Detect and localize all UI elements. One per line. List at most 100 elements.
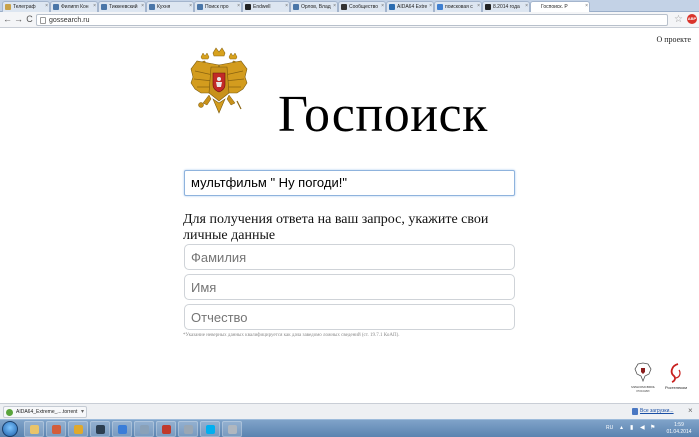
download-shelf: AIDA64_Extreme_....torrent ▾ Все загрузк…: [0, 403, 699, 419]
tab-close-icon[interactable]: ×: [429, 3, 432, 10]
flag-icon[interactable]: ⚑: [650, 425, 656, 432]
tab-strip: Телеграф × Филипп Кон × Тиккеевский × Кухня × По…: [0, 0, 699, 12]
browser-tab[interactable]: Филипп Кон ×: [50, 1, 98, 12]
taskbar-app-chrome[interactable]: [68, 421, 88, 437]
browser-tab[interactable]: Орлов, Влад ×: [290, 1, 338, 12]
browser-tab[interactable]: Кухня ×: [146, 1, 194, 12]
settings-icon: [184, 425, 193, 434]
tab-close-icon[interactable]: ×: [477, 3, 480, 10]
browser-tab[interactable]: Телеграф ×: [2, 1, 50, 12]
language-indicator[interactable]: RU: [606, 425, 613, 432]
bookmark-star-icon[interactable]: ☆: [674, 14, 683, 25]
tab-favicon-icon: [341, 4, 347, 10]
ministry-logo[interactable]: МИНКОМСВЯЗЬ РОССИИ: [631, 361, 655, 399]
tab-close-icon[interactable]: ×: [333, 3, 336, 10]
chrome-icon: [74, 425, 83, 434]
reload-button[interactable]: C: [24, 14, 35, 25]
browser-tab[interactable]: Сообщество ×: [338, 1, 386, 12]
disclaimer-text: *Указание неверных данных квалифицируетс…: [183, 333, 400, 338]
rostelecom-caption: Ростелеком: [665, 385, 687, 390]
tab-favicon-icon: [53, 4, 59, 10]
rostelecom-mark-icon: [670, 363, 681, 383]
tab-label: Телеграф: [13, 4, 36, 10]
tab-favicon-icon: [101, 4, 107, 10]
address-bar[interactable]: gossearch.ru: [36, 14, 668, 26]
tab-label: Орлов, Влад: [301, 4, 331, 10]
taskbar-app-settings[interactable]: [178, 421, 198, 437]
browser-tab[interactable]: AIDA64 Extre ×: [386, 1, 434, 12]
taskbar-app-media[interactable]: [46, 421, 66, 437]
tray-arrow-icon[interactable]: ▴: [620, 425, 626, 432]
taskbar-app-flash[interactable]: [112, 421, 132, 437]
name-field[interactable]: [184, 274, 515, 300]
tab-label: 8.2014 года: [493, 4, 520, 10]
adblock-icon[interactable]: ABP: [687, 14, 697, 24]
chevron-down-icon[interactable]: ▾: [81, 408, 84, 416]
taskbar: RU ▴ ▮ ◀ ⚑ 1:59 01.04.2014: [0, 419, 699, 437]
tab-label: Тиккеевский: [109, 4, 138, 10]
page-icon: [40, 17, 46, 24]
tab-close-icon[interactable]: ×: [237, 3, 240, 10]
taskbar-app-tool[interactable]: [134, 421, 154, 437]
rostelecom-logo[interactable]: Ростелеком: [662, 361, 690, 399]
disk-icon: [228, 425, 237, 434]
tab-label: Госпоиск. Р: [541, 4, 568, 10]
personal-data-prompt: Для получения ответа на ваш запрос, укаж…: [183, 212, 489, 243]
tab-label: Филипп Кон: [61, 4, 89, 10]
flash-icon: [118, 425, 127, 434]
tab-close-icon[interactable]: ×: [585, 3, 588, 10]
page-content: О проекте Госпоиск мультфильм " Ну погод…: [0, 29, 699, 403]
coat-of-arms-icon: [190, 47, 248, 114]
tab-favicon-icon: [197, 4, 203, 10]
tab-close-icon[interactable]: ×: [381, 3, 384, 10]
forward-button[interactable]: →: [13, 14, 24, 25]
about-project-link[interactable]: О проекте: [656, 35, 691, 44]
search-input[interactable]: мультфильм " Ну погоди!": [184, 170, 515, 196]
all-downloads-link[interactable]: Все загрузки...: [640, 408, 674, 415]
surname-field[interactable]: [184, 244, 515, 270]
tab-favicon-icon: [389, 4, 395, 10]
tab-close-icon[interactable]: ×: [189, 3, 192, 10]
tab-favicon-icon: [485, 4, 491, 10]
browser-toolbar: ← → C gossearch.ru ☆ ABP: [0, 12, 699, 28]
tab-close-icon[interactable]: ×: [93, 3, 96, 10]
tab-close-icon[interactable]: ×: [141, 3, 144, 10]
tool-icon: [140, 425, 149, 434]
browser-tab[interactable]: поисковая с ×: [434, 1, 482, 12]
tab-favicon-icon: [5, 4, 11, 10]
address-url[interactable]: gossearch.ru: [49, 16, 89, 25]
volume-icon[interactable]: ◀: [640, 425, 646, 432]
tab-label: Кухня: [157, 4, 171, 10]
clock-time[interactable]: 1:59: [664, 422, 694, 429]
taskbar-app-app-red[interactable]: [156, 421, 176, 437]
taskbar-app-disk[interactable]: [222, 421, 242, 437]
close-icon[interactable]: ×: [688, 407, 693, 415]
start-button[interactable]: [2, 421, 18, 437]
taskbar-app-explorer[interactable]: [24, 421, 44, 437]
back-button[interactable]: ←: [2, 14, 13, 25]
tab-close-icon[interactable]: ×: [45, 3, 48, 10]
clock-date[interactable]: 01.04.2014: [664, 429, 694, 436]
download-item[interactable]: AIDA64_Extreme_....torrent ▾: [3, 406, 87, 418]
browser-tab[interactable]: Endwell ×: [242, 1, 290, 12]
steam-icon: [96, 425, 105, 434]
browser-tab[interactable]: Госпоиск. Р ×: [530, 1, 590, 12]
tab-favicon-icon: [533, 4, 539, 10]
tab-close-icon[interactable]: ×: [525, 3, 528, 10]
tab-favicon-icon: [437, 4, 443, 10]
patronymic-field[interactable]: [184, 304, 515, 330]
network-icon[interactable]: ▮: [630, 425, 636, 432]
tab-label: Endwell: [253, 4, 271, 10]
taskbar-app-skype[interactable]: [200, 421, 220, 437]
browser-tab[interactable]: Тиккеевский ×: [98, 1, 146, 12]
taskbar-app-steam[interactable]: [90, 421, 110, 437]
downloads-icon: [632, 408, 638, 415]
browser-tab[interactable]: 8.2014 года ×: [482, 1, 530, 12]
tab-favicon-icon: [293, 4, 299, 10]
ministry-caption: МИНКОМСВЯЗЬ РОССИИ: [631, 385, 655, 393]
tab-close-icon[interactable]: ×: [285, 3, 288, 10]
tab-label: AIDA64 Extre: [397, 4, 427, 10]
browser-tab[interactable]: Поиск про ×: [194, 1, 242, 12]
tab-label: Поиск про: [205, 4, 229, 10]
explorer-icon: [30, 425, 39, 434]
